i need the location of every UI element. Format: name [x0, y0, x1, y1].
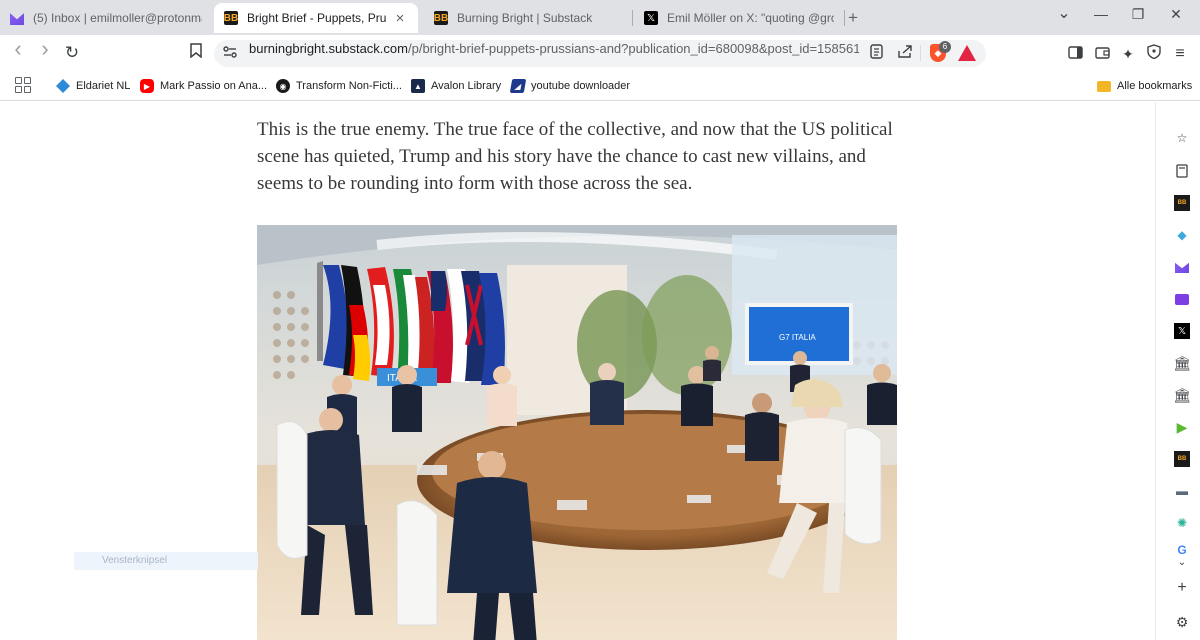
tab-title: (5) Inbox | emilmoller@protonmail.com	[33, 11, 202, 25]
bookmark-label: Mark Passio on Ana...	[160, 80, 267, 92]
reading-list-icon[interactable]	[1174, 163, 1190, 179]
g7-summit-photo: ITALIA G7 ITALIA	[257, 225, 897, 640]
close-icon[interactable]: ×	[392, 10, 408, 27]
bookmark-eldariet[interactable]: Eldariet NL	[56, 77, 130, 95]
star-icon[interactable]: ☆	[1174, 130, 1190, 146]
back-button[interactable]: ‹	[8, 38, 28, 60]
leo-ai-icon[interactable]: ✦	[1118, 44, 1138, 64]
wallet-icon[interactable]	[1092, 44, 1112, 64]
tab-burning-bright[interactable]: BB Burning Bright | Substack	[424, 3, 632, 33]
bookmarks-bar: Eldariet NL ▶ Mark Passio on Ana... ◉ Tr…	[0, 71, 1200, 101]
archive-icon[interactable]: 🏛︎	[1173, 355, 1191, 371]
site-info-icon[interactable]	[220, 46, 240, 61]
bookmark-mark-passio[interactable]: ▶ Mark Passio on Ana...	[140, 77, 267, 95]
chevron-down-icon[interactable]: ⌄	[1174, 554, 1190, 570]
substack-icon[interactable]: BB	[1174, 195, 1190, 211]
cube-icon[interactable]: ◆	[1174, 227, 1190, 243]
tab-separator	[632, 10, 633, 26]
bookmark-label: youtube downloader	[531, 80, 631, 92]
rumble-icon[interactable]: ▶	[1174, 419, 1190, 435]
shields-count-badge: 6	[939, 41, 951, 53]
toolbar: ‹ › ↻ burningbright.substack.com/p/brigh…	[0, 35, 1200, 71]
page-content: This is the true enemy. The true face of…	[0, 102, 1155, 640]
tab-bright-brief[interactable]: BB Bright Brief - Puppets, Prussians and…	[214, 3, 418, 33]
minimize-button[interactable]: —	[1088, 6, 1114, 22]
bookmark-avalon[interactable]: ▲ Avalon Library	[411, 77, 501, 95]
side-panel: ☆ BB ◆ 𝕏 🏛︎ 🏛︎ ▶ BB ▬ ✺ G ⌄ + ⚙	[1155, 102, 1200, 640]
vpn-icon[interactable]	[1144, 44, 1164, 64]
bookmark-label: Avalon Library	[431, 80, 502, 92]
substack-icon: BB	[433, 11, 449, 25]
bookmark-youtube-downloader[interactable]: ◢ youtube downloader	[509, 77, 631, 95]
apps-grid-icon[interactable]	[15, 77, 31, 93]
all-bookmarks-button[interactable]: Alle bookmarks	[1097, 77, 1192, 95]
bookmark-label: Eldariet NL	[76, 80, 131, 92]
transform-icon: ◉	[276, 79, 290, 93]
x-icon: 𝕏	[644, 11, 658, 25]
forward-button[interactable]: ›	[35, 38, 55, 60]
dot-icon[interactable]: ✺	[1174, 515, 1190, 531]
proton-icon[interactable]	[1174, 259, 1190, 275]
bookmark-transform[interactable]: ◉ Transform Non-Ficti...	[276, 77, 402, 95]
substack-icon: BB	[223, 11, 239, 25]
article-paragraph: This is the true enemy. The true face of…	[257, 119, 893, 194]
folder-icon	[1097, 80, 1111, 92]
downloader-icon: ◢	[509, 79, 527, 93]
reader-mode-icon[interactable]	[866, 44, 886, 64]
mail-icon	[10, 13, 24, 25]
brave-rewards-icon[interactable]	[958, 45, 976, 61]
settings-icon[interactable]: ⚙	[1174, 614, 1190, 630]
menu-icon[interactable]: ≡	[1170, 44, 1190, 64]
tab-title: Burning Bright | Substack	[457, 11, 593, 25]
tab-inbox[interactable]: (5) Inbox | emilmoller@protonmail.com	[0, 3, 212, 33]
tab-title: Bright Brief - Puppets, Prussians and	[247, 11, 386, 25]
url-host: burningbright.substack.com	[249, 41, 408, 56]
tab-separator	[844, 10, 845, 26]
window-snip-label[interactable]: Vensterknipsel	[74, 552, 258, 570]
new-tab-button[interactable]: +	[848, 8, 858, 28]
substack-icon[interactable]: BB	[1174, 451, 1190, 467]
youtube-icon: ▶	[140, 79, 154, 93]
tab-strip: (5) Inbox | emilmoller@protonmail.com BB…	[0, 0, 1200, 35]
bookmark-page-button[interactable]	[186, 43, 206, 63]
bookmark-icon	[190, 43, 202, 59]
bookmark-label: Transform Non-Ficti...	[296, 80, 402, 92]
all-bookmarks-label: Alle bookmarks	[1117, 80, 1193, 92]
screen-text: G7 ITALIA	[779, 333, 816, 342]
tab-title: Emil Möller on X: "quoting @grok "I	[667, 11, 834, 25]
url-path: /p/bright-brief-puppets-prussians-and?pu…	[407, 41, 859, 56]
sidebar-toggle-icon[interactable]	[1065, 44, 1085, 64]
tab-search-button[interactable]: ⌄	[1051, 3, 1077, 23]
x-icon[interactable]: 𝕏	[1174, 323, 1190, 339]
plus-icon[interactable]: +	[1174, 579, 1190, 596]
reload-button[interactable]: ↻	[62, 43, 82, 63]
archive-icon[interactable]: 🏛︎	[1173, 387, 1191, 403]
share-icon[interactable]	[895, 44, 915, 64]
toolbar-separator	[920, 45, 921, 61]
tab-x-post[interactable]: 𝕏 Emil Möller on X: "quoting @grok "I	[634, 3, 844, 33]
eldariet-icon	[56, 79, 70, 93]
car-icon[interactable]: ▬	[1174, 483, 1190, 499]
close-window-button[interactable]: ✕	[1163, 6, 1189, 23]
avalon-icon: ▲	[411, 79, 425, 93]
url-text[interactable]: burningbright.substack.com/p/bright-brie…	[249, 41, 859, 56]
folder-icon[interactable]	[1174, 291, 1190, 307]
article-photo[interactable]: ITALIA G7 ITALIA	[257, 225, 897, 640]
restore-button[interactable]: ❐	[1125, 6, 1151, 23]
